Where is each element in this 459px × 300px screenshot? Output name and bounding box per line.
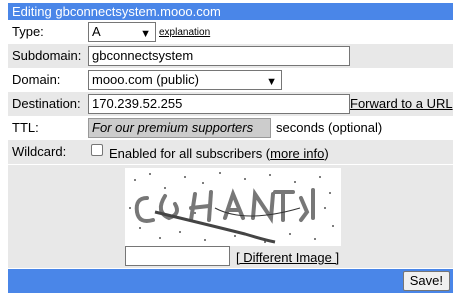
ttl-label: TTL:	[12, 120, 39, 135]
subdomain-row: Subdomain: gbconnectsystem	[8, 44, 453, 68]
save-button[interactable]: Save!	[402, 271, 450, 291]
ttl-premium-field: For our premium supporters	[88, 118, 271, 138]
domain-row: Domain: mooo.com (public) ▼	[8, 68, 453, 92]
type-label: Type:	[12, 24, 44, 39]
wildcard-label: Wildcard:	[12, 144, 67, 159]
chevron-down-icon: ▼	[266, 76, 277, 88]
captcha-input[interactable]	[125, 246, 230, 266]
wildcard-row: Wildcard: Enabled for all subscribers (m…	[8, 140, 453, 164]
domain-select-value: mooo.com (public)	[92, 72, 199, 87]
domain-select[interactable]: mooo.com (public) ▼	[88, 70, 282, 90]
forward-url-link[interactable]: Forward to a URL	[350, 96, 453, 111]
footer-bar: Save!	[8, 269, 453, 293]
wildcard-text-close: )	[324, 146, 329, 161]
ttl-suffix: seconds (optional)	[276, 120, 383, 135]
captcha-image	[125, 168, 341, 246]
page-title: Editing gbconnectsystem.mooo.com	[8, 3, 453, 20]
type-row: Type: A ▼ explanation	[8, 20, 453, 44]
subdomain-label: Subdomain:	[12, 48, 82, 63]
different-image-link[interactable]: [ Different Image ]	[236, 250, 339, 265]
more-info-link[interactable]: more info	[270, 146, 324, 161]
domain-label: Domain:	[12, 72, 61, 87]
type-select-value: A	[92, 24, 101, 39]
subdomain-input[interactable]: gbconnectsystem	[88, 46, 350, 66]
captcha-area: [ Different Image ]	[8, 165, 453, 268]
wildcard-text: Enabled for all subscribers (more info)	[109, 146, 329, 161]
captcha-graphic	[129, 172, 334, 244]
wildcard-checkbox[interactable]	[91, 144, 103, 156]
destination-input[interactable]: 170.239.52.255	[88, 94, 350, 114]
explanation-link[interactable]: explanation	[159, 27, 210, 38]
destination-label: Destination:	[12, 96, 81, 111]
ttl-row: TTL: For our premium supporters seconds …	[8, 116, 453, 140]
wildcard-text-main: Enabled for all subscribers (	[109, 146, 271, 161]
chevron-down-icon: ▼	[140, 28, 151, 40]
destination-row: Destination: 170.239.52.255 Forward to a…	[8, 92, 453, 116]
type-select[interactable]: A ▼	[88, 22, 156, 42]
